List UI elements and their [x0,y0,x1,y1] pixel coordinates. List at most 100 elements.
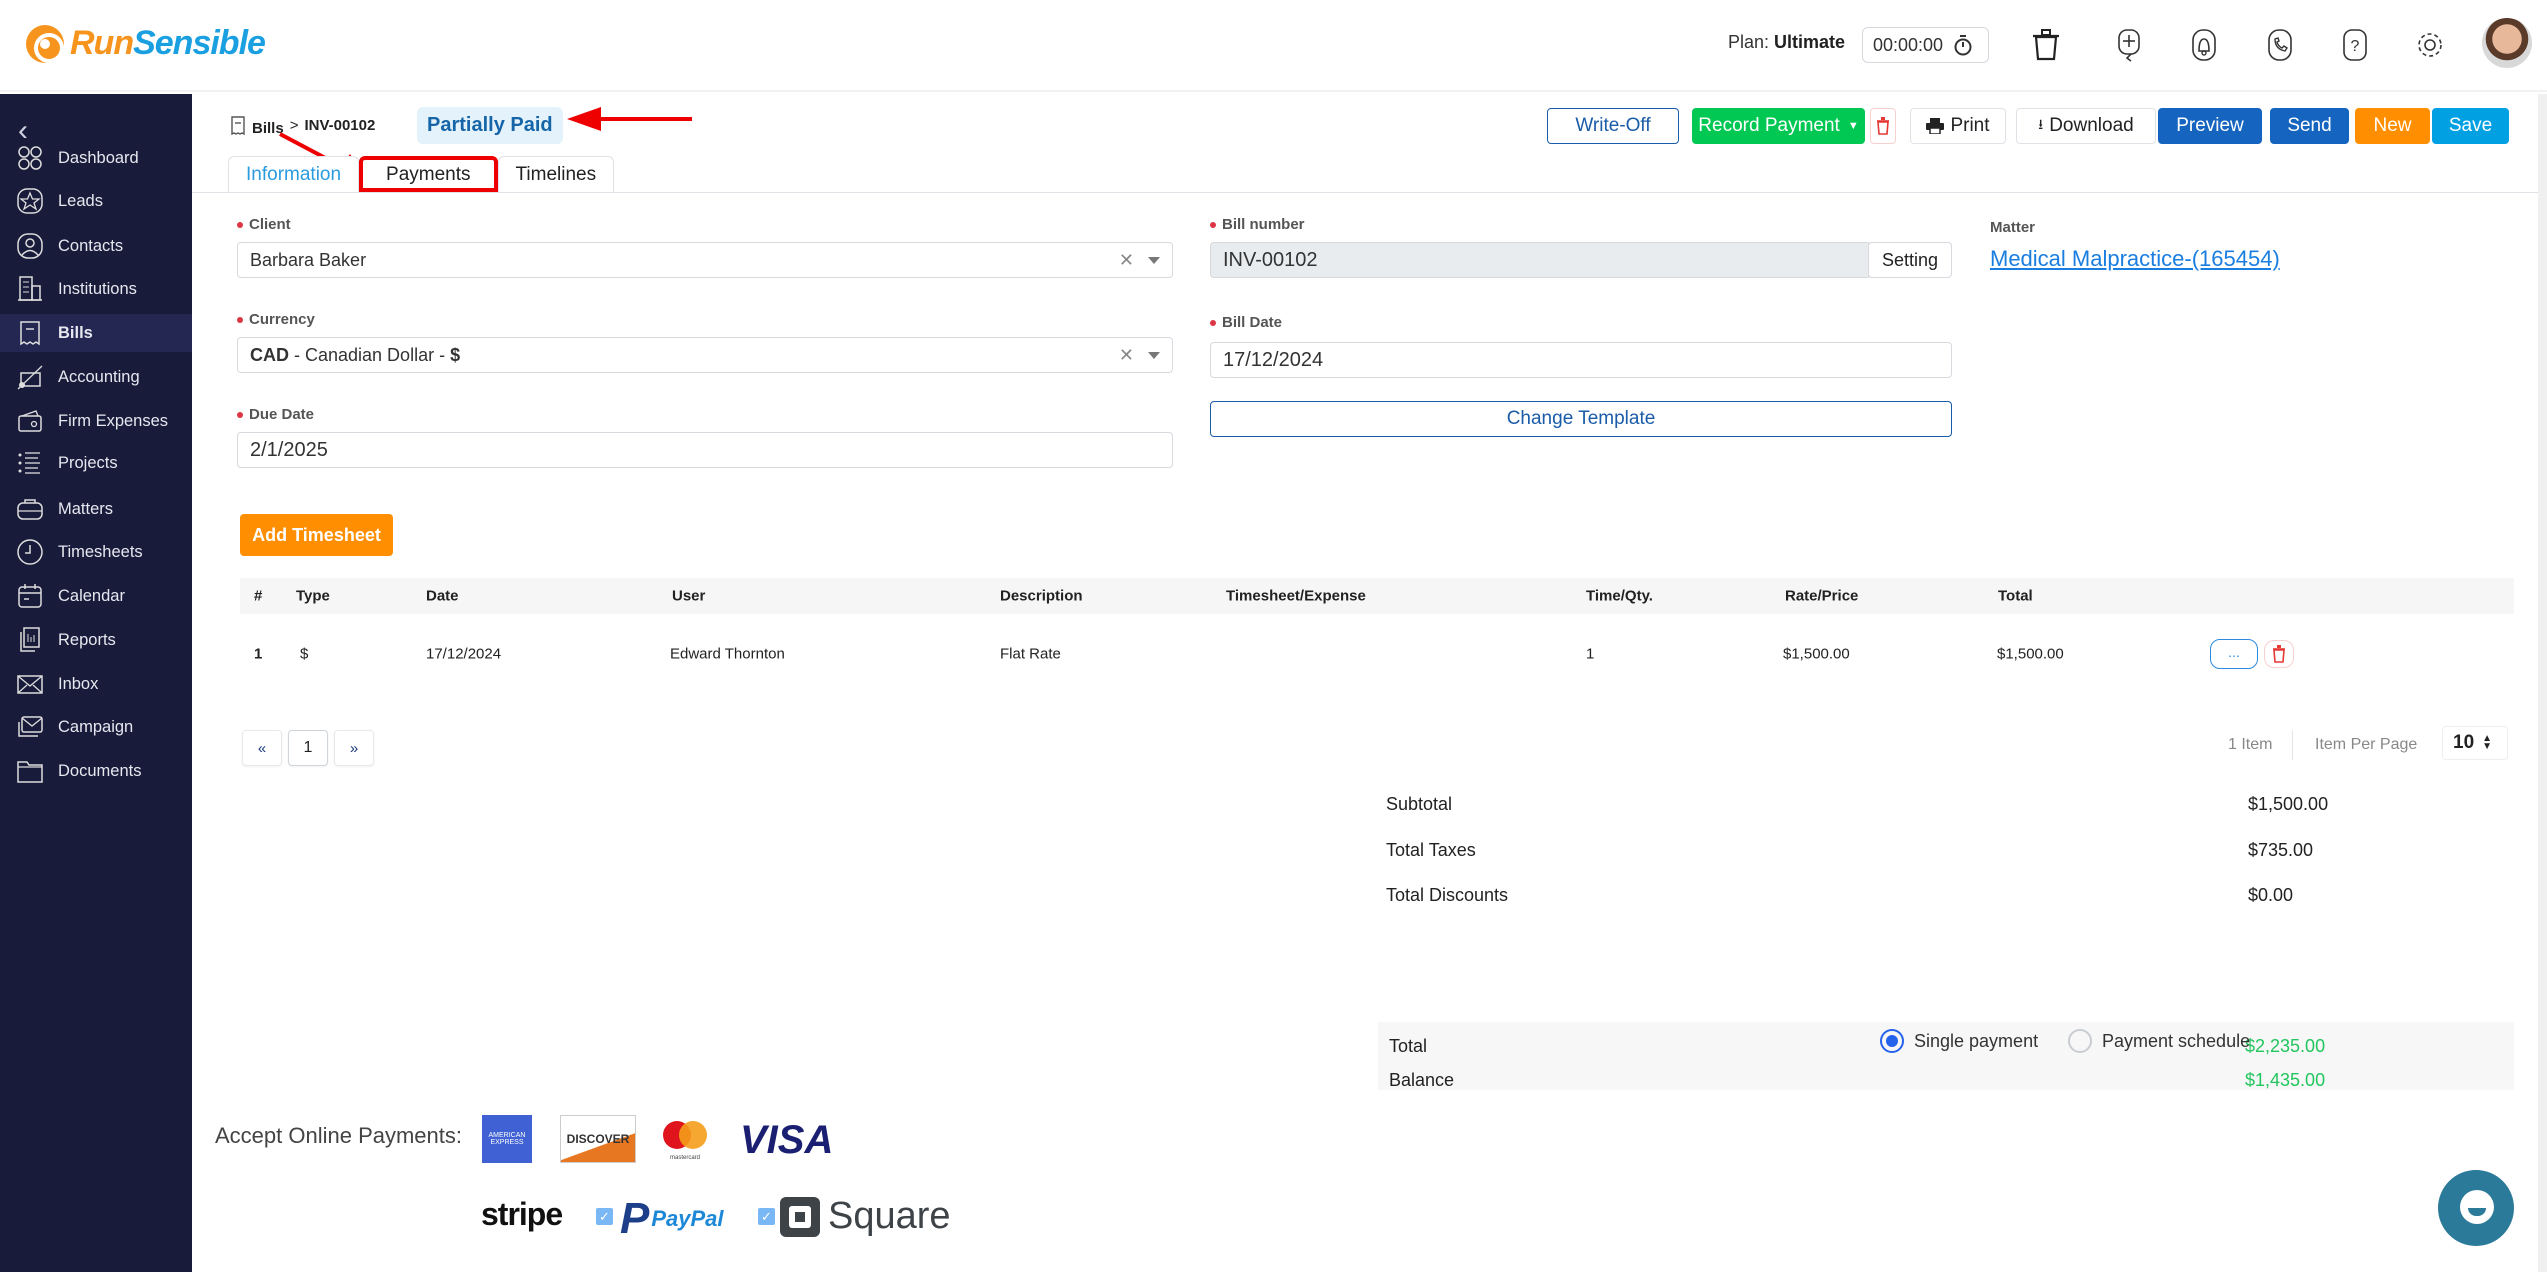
brand-run: Run [70,24,134,62]
pagination: « 1 » [242,730,374,766]
write-off-button[interactable]: Write-Off [1547,108,1679,144]
square-checkbox[interactable]: ✓ [758,1208,775,1225]
sidebar-item-matters[interactable]: Matters [0,490,192,528]
download-button[interactable]: ⭳ Download [2016,108,2156,144]
tab-timelines[interactable]: Timelines [497,156,615,192]
add-timesheet-button[interactable]: Add Timesheet [240,514,393,556]
user-avatar[interactable] [2482,18,2532,68]
mail-icon [17,675,43,694]
new-button[interactable]: New [2355,108,2430,144]
currency-select[interactable]: CAD - Canadian Dollar - $ ✕ [237,337,1173,373]
receipt-icon [20,321,40,346]
main-content: Bills > INV-00102 Partially Paid Write-O… [192,94,2547,1272]
preview-button[interactable]: Preview [2158,108,2262,144]
print-button[interactable]: Print [1910,108,2006,144]
sidebar-item-timesheets[interactable]: Timesheets [0,533,192,571]
campaign-icon [18,716,43,737]
row-date: 17/12/2024 [426,645,502,663]
per-page-label: Item Per Page [2315,736,2418,753]
dashboard-icon [18,146,42,170]
table-row[interactable]: 1 $ 17/12/2024 Edward Thornton Flat Rate… [240,614,2514,694]
chevron-down-icon[interactable] [1148,256,1160,264]
trash-icon[interactable] [2026,24,2066,66]
col-number: # [254,587,263,605]
svg-text:?: ? [2351,38,2360,55]
bill-items-table: # Type Date User Description Timesheet/E… [240,578,2514,694]
tab-information[interactable]: Information [228,156,360,192]
sidebar-item-label: Inbox [58,674,99,693]
single-payment-radio[interactable]: Single payment [1880,1029,2038,1053]
send-button[interactable]: Send [2270,108,2349,144]
bill-date-input[interactable]: 17/12/2024 [1210,342,1952,378]
bill-receipt-icon [231,115,245,135]
pagination-page-1[interactable]: 1 [288,730,328,766]
row-delete-button[interactable] [2264,640,2294,668]
clear-currency-icon[interactable]: ✕ [1119,345,1134,366]
settings-gear-icon[interactable] [2410,24,2450,66]
sidebar-item-campaign[interactable]: Campaign [0,708,192,746]
timer-widget[interactable]: 00:00:00 [1862,27,1989,63]
discounts-row: Total Discounts $0.00 [1386,885,2294,905]
paypal-checkbox[interactable]: ✓ [596,1208,613,1225]
sidebar-item-contacts[interactable]: Contacts [0,227,192,265]
sidebar-item-label: Documents [58,761,142,780]
annotation-arrow-badge [567,107,692,131]
sidebar-item-label: Matters [58,499,114,518]
sidebar-item-dashboard[interactable]: Dashboard [0,139,192,177]
list-icon [18,452,40,474]
trash-icon [2273,645,2285,663]
clear-client-icon[interactable]: ✕ [1119,250,1134,271]
chevron-down-icon[interactable] [1148,351,1160,359]
vertical-scrollbar[interactable] [2538,94,2547,1272]
help-icon[interactable]: ? [2335,24,2375,66]
star-icon [17,188,43,214]
table-header: # Type Date User Description Timesheet/E… [240,578,2514,614]
balance-row: Balance $1,435.00 [1389,1070,2326,1090]
per-page-select[interactable]: 10 ▲ ▼ [2442,726,2508,760]
sidebar-item-documents[interactable]: Documents [0,752,192,790]
sidebar-item-projects[interactable]: Projects [0,444,192,482]
save-button[interactable]: Save [2432,108,2509,144]
sidebar-item-firm-expenses[interactable]: Firm Expenses [0,402,192,440]
col-time-qty: Time/Qty. [1586,587,1653,605]
payment-schedule-radio[interactable]: Payment schedule [2068,1029,2250,1053]
add-task-icon[interactable] [2109,24,2149,66]
sidebar-item-label: Accounting [58,367,140,386]
sidebar-item-institutions[interactable]: Institutions [0,270,192,308]
radio-unselected [2068,1029,2092,1053]
client-select[interactable]: Barbara Baker ✕ [237,242,1173,278]
pagination-prev[interactable]: « [242,730,282,766]
sidebar-item-bills[interactable]: Bills [0,314,192,352]
sort-arrows-icon: ▲ ▼ [2482,733,2493,752]
sidebar-item-calendar[interactable]: Calendar [0,577,192,615]
change-template-button[interactable]: Change Template [1210,401,1952,437]
bill-number-setting-button[interactable]: Setting [1868,242,1952,278]
caret-down-icon: ▼ [1847,120,1859,132]
delete-bill-button[interactable] [1870,108,1896,144]
row-more-button[interactable]: ... [2210,639,2258,669]
timer-value: 00:00:00 [1873,34,1944,55]
currency-code: CAD [250,344,289,365]
matter-link[interactable]: Medical Malpractice-(165454) [1990,246,2280,272]
row-user: Edward Thornton [670,645,785,663]
tab-payments[interactable]: Payments [359,156,498,192]
stopwatch-icon[interactable] [1953,34,1973,56]
chat-support-icon[interactable] [2438,1170,2514,1246]
col-total: Total [1998,587,2033,605]
calendar-icon [18,584,42,608]
reports-icon [20,627,40,652]
folder-icon [17,761,43,783]
sidebar-item-accounting[interactable]: Accounting [0,358,192,396]
runsensible-logo[interactable]: RunSensible [26,24,266,63]
sidebar-item-leads[interactable]: Leads [0,182,192,220]
due-date-input[interactable]: 2/1/2025 [237,432,1173,468]
sidebar-item-inbox[interactable]: Inbox [0,665,192,703]
discover-logo: DISCOVER [560,1115,636,1163]
sidebar-item-reports[interactable]: Reports [0,621,192,659]
notification-bell-icon[interactable] [2184,24,2224,66]
per-page-value: 10 [2453,732,2475,753]
phone-icon[interactable] [2260,24,2300,66]
pagination-next[interactable]: » [334,730,374,766]
subtotal-row: Subtotal $1,500.00 [1386,794,2329,814]
record-payment-button[interactable]: Record Payment ▼ [1692,108,1865,144]
